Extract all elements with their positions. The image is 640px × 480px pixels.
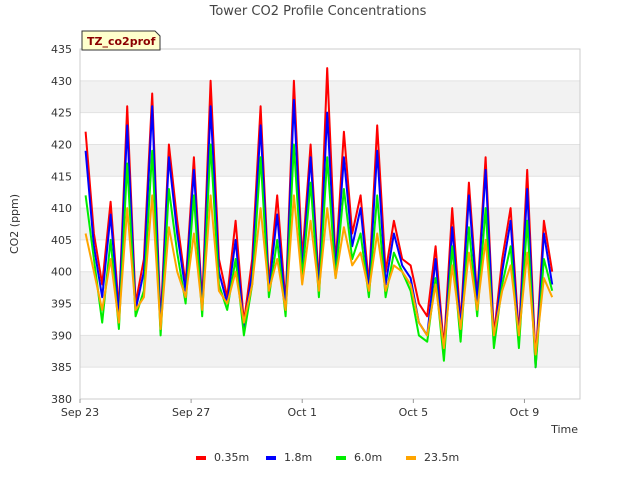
y-tick-label: 395 — [51, 298, 72, 311]
x-tick-label: Sep 23 — [61, 406, 99, 419]
x-tick-label: Oct 1 — [287, 406, 317, 419]
x-tick-label: Oct 5 — [399, 406, 429, 419]
legend-swatch — [196, 456, 206, 460]
legend-label: 1.8m — [284, 451, 312, 464]
y-tick-label: 410 — [51, 202, 72, 215]
legend: 0.35m 1.8m 6.0m 23.5m — [196, 451, 459, 464]
y-tick-label: 390 — [51, 329, 72, 342]
site-badge: TZ_co2prof — [81, 30, 161, 51]
y-tick-label: 430 — [51, 75, 72, 88]
y-tick-label: 400 — [51, 266, 72, 279]
y-tick-label: 415 — [51, 170, 72, 183]
x-tick-label: Oct 9 — [510, 406, 540, 419]
x-tick-label: Sep 27 — [172, 406, 210, 419]
y-axis-ticks: 380 385 390 395 400 405 410 415 420 425 430 435 — [51, 43, 72, 406]
legend-swatch — [336, 456, 346, 460]
y-tick-label: 425 — [51, 107, 72, 120]
legend-label: 0.35m — [214, 451, 249, 464]
site-badge-label: TZ_co2prof — [87, 35, 156, 48]
legend-label: 6.0m — [354, 451, 382, 464]
y-axis-label: CO2 (ppm) — [8, 194, 21, 254]
plot-band — [80, 335, 580, 368]
x-axis-label: Time — [550, 423, 578, 436]
legend-swatch — [266, 456, 276, 460]
chart-title: Tower CO2 Profile Concentrations — [209, 4, 427, 19]
chart-canvas: Tower CO2 Profile Concentrations 3803853… — [8, 4, 581, 464]
legend-swatch — [406, 456, 416, 460]
y-tick-label: 405 — [51, 234, 72, 247]
plot-band — [80, 271, 580, 304]
y-tick-label: 420 — [51, 138, 72, 151]
plot-band — [80, 80, 580, 113]
y-tick-label: 385 — [51, 361, 72, 374]
x-axis-ticks: Sep 23 Sep 27 Oct 1 Oct 5 Oct 9 — [61, 399, 539, 419]
legend-label: 23.5m — [424, 451, 459, 464]
y-tick-label: 380 — [51, 393, 72, 406]
y-tick-label: 435 — [51, 43, 72, 56]
